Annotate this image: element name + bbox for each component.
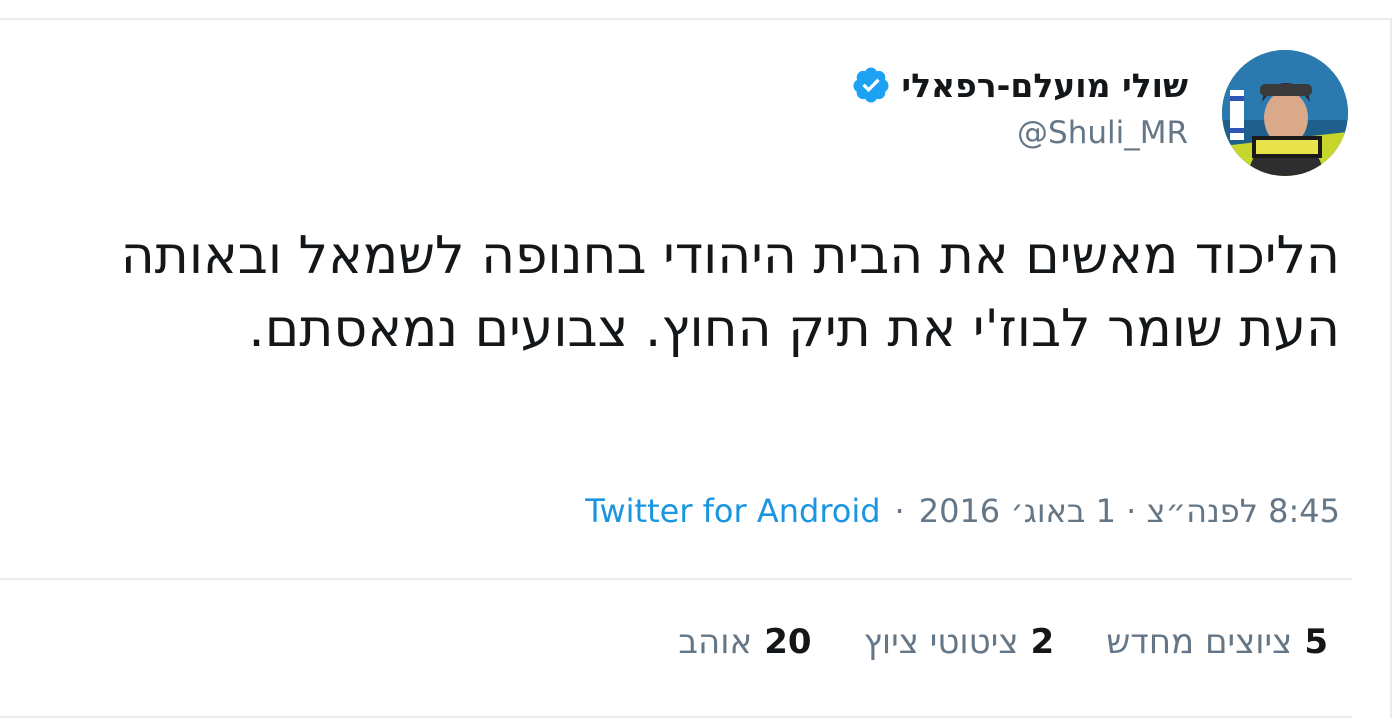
author-handle[interactable]: @Shuli_MR (1017, 115, 1188, 151)
quotes-stat[interactable]: 2 ציטוטי ציוץ (864, 622, 1055, 662)
tweet-stats: 5 ציוצים מחדש 2 ציטוטי ציוץ 20 אוהב (626, 622, 1328, 662)
card-right-border (1390, 18, 1392, 718)
tweet-timestamp[interactable]: 8:45 לפנה״צ · 1 באוג׳ 2016 (919, 492, 1340, 530)
avatar[interactable] (1222, 50, 1348, 176)
display-name[interactable]: שולי מועלם-רפאלי (901, 66, 1188, 105)
avatar-photo (1222, 50, 1348, 176)
tweet-meta: 8:45 לפנה״צ · 1 באוג׳ 2016 · Twitter for… (585, 492, 1340, 530)
verified-badge-icon (851, 65, 891, 105)
likes-count: 20 (764, 622, 812, 662)
stats-divider (0, 578, 1352, 580)
retweets-count: 5 (1304, 622, 1328, 662)
tweet-text: הליכוד מאשים את הבית היהודי בחנופה לשמאל… (120, 226, 1340, 359)
tweet-source-link[interactable]: Twitter for Android (585, 492, 880, 530)
retweets-label: ציוצים מחדש (1106, 622, 1293, 662)
meta-separator: · (894, 492, 905, 530)
author-row: שולי מועלם-רפאלי (851, 60, 1188, 110)
likes-label: אוהב (678, 622, 753, 662)
retweets-stat[interactable]: 5 ציוצים מחדש (1106, 622, 1328, 662)
quotes-count: 2 (1030, 622, 1055, 662)
quotes-label: ציטוטי ציוץ (863, 622, 1019, 662)
tweet-card: שולי מועלם-רפאלי @Shuli_MR הליכוד מאשים … (0, 20, 1390, 718)
likes-stat[interactable]: 20 אוהב (678, 622, 811, 662)
